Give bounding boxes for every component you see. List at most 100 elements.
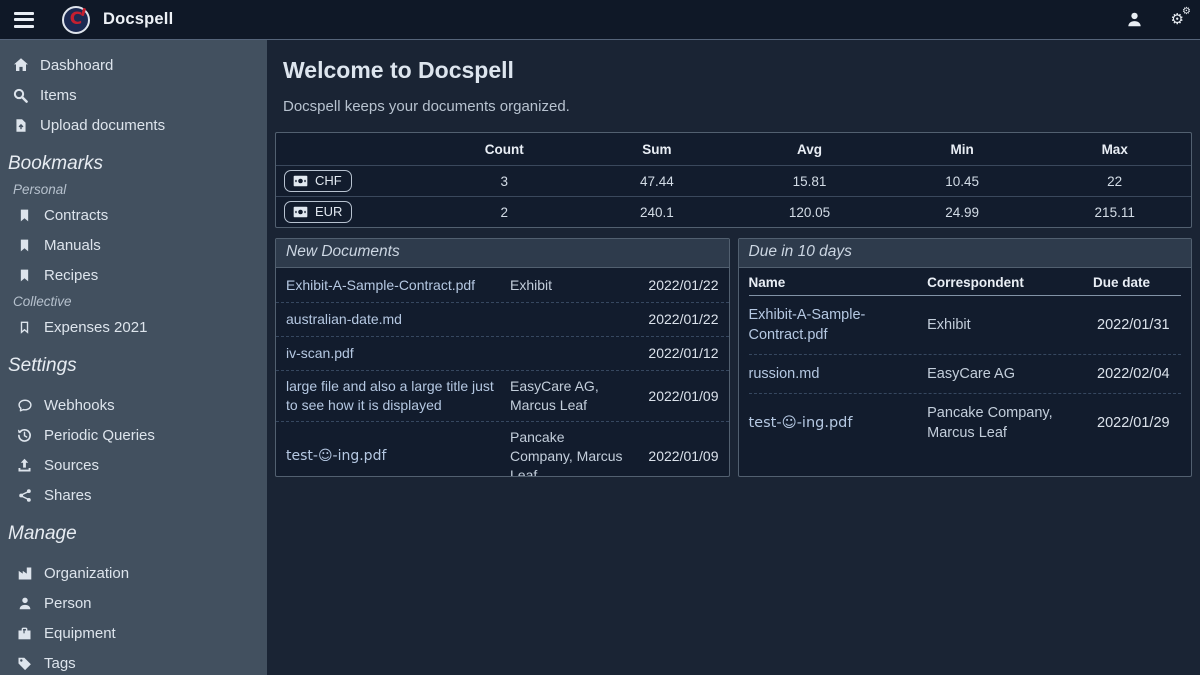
due-date: 2022/01/31 xyxy=(1093,315,1181,335)
topbar-actions: ⚙⚙ xyxy=(1126,11,1184,28)
document-link[interactable]: russion.md xyxy=(749,364,922,384)
bookmark-filled-icon xyxy=(16,238,33,253)
sidebar-item-label: Periodic Queries xyxy=(44,427,155,444)
bookmarks-heading: Bookmarks xyxy=(8,153,257,175)
table-row: russion.md EasyCare AG 2022/02/04 xyxy=(749,354,1182,393)
document-link[interactable]: large file and also a large title just t… xyxy=(286,377,502,415)
bookmarks-collective-heading: Collective xyxy=(13,294,257,309)
stat-value: 10.45 xyxy=(886,165,1039,196)
tags-icon xyxy=(16,656,33,671)
stat-value: 120.05 xyxy=(733,196,886,227)
sidebar-item-person[interactable]: Person xyxy=(12,588,257,618)
sidebar-item-tags[interactable]: Tags xyxy=(12,648,257,675)
sidebar-item-label: Sources xyxy=(44,457,99,474)
due-col-name: Name xyxy=(749,275,922,290)
manage-heading: Manage xyxy=(8,523,257,545)
table-row: EUR xyxy=(276,196,428,227)
home-icon xyxy=(12,57,29,73)
sidebar-item-label: Organization xyxy=(44,565,129,582)
table-row: Exhibit-A-Sample-Contract.pdf Exhibit 20… xyxy=(749,296,1182,354)
app-title: Docspell xyxy=(103,10,173,29)
page-title: Welcome to Docspell xyxy=(283,57,1192,84)
field-stats-table: Count Sum Avg Min Max CHF 3 47.44 15.81 … xyxy=(275,132,1192,228)
currency-badge: EUR xyxy=(284,201,352,223)
sidebar-item-dashboard[interactable]: Dasbhoard xyxy=(12,50,257,80)
sidebar-item-contracts[interactable]: Contracts xyxy=(12,200,257,230)
bookmark-filled-icon xyxy=(16,268,33,283)
sidebar-item-label: Items xyxy=(40,87,77,104)
app-logo: C xyxy=(62,6,90,34)
list-item: australian-date.md 2022/01/22 xyxy=(276,302,729,336)
industry-icon xyxy=(16,566,33,581)
stat-value: 3 xyxy=(428,165,581,196)
sidebar-item-label: Contracts xyxy=(44,207,108,224)
sidebar-item-items[interactable]: Items xyxy=(12,80,257,110)
due-col-correspondent: Correspondent xyxy=(927,275,1087,290)
stat-value: 2 xyxy=(428,196,581,227)
top-bar: C Docspell ⚙⚙ xyxy=(0,0,1200,40)
sidebar-item-upload-documents[interactable]: Upload documents xyxy=(12,110,257,140)
sidebar-item-label: Webhooks xyxy=(44,397,115,414)
due-panel: Due in 10 days Name Correspondent Due da… xyxy=(738,238,1193,477)
sidebar-item-webhooks[interactable]: Webhooks xyxy=(12,390,257,420)
sidebar-item-label: Equipment xyxy=(44,625,116,642)
sidebar: Dasbhoard Items Upload documents Bookmar… xyxy=(0,40,267,675)
list-item: large file and also a large title just t… xyxy=(276,370,729,421)
document-link[interactable]: Exhibit-A-Sample-Contract.pdf xyxy=(749,305,922,345)
history-icon xyxy=(16,428,33,443)
stat-value: 15.81 xyxy=(733,165,886,196)
comment-icon xyxy=(16,398,33,413)
document-link[interactable]: Exhibit-A-Sample-Contract.pdf xyxy=(286,276,502,295)
panel-title: Due in 10 days xyxy=(739,239,1192,268)
document-link[interactable]: australian-date.md xyxy=(286,310,502,329)
stats-col-min: Min xyxy=(886,133,1039,165)
document-link[interactable]: iv-scan.pdf xyxy=(286,344,502,363)
stat-value: 24.99 xyxy=(886,196,1039,227)
sidebar-item-shares[interactable]: Shares xyxy=(12,480,257,510)
sidebar-item-expenses-2021[interactable]: Expenses 2021 xyxy=(12,312,257,342)
bookmarks-personal-heading: Personal xyxy=(13,182,257,197)
document-date: 2022/01/22 xyxy=(639,310,719,329)
money-bill-icon xyxy=(293,175,308,187)
sidebar-item-equipment[interactable]: Equipment xyxy=(12,618,257,648)
stats-col-sum: Sum xyxy=(581,133,734,165)
share-icon xyxy=(16,488,33,503)
sidebar-item-sources[interactable]: Sources xyxy=(12,450,257,480)
new-documents-panel: New Documents Exhibit-A-Sample-Contract.… xyxy=(275,238,730,477)
user-icon[interactable] xyxy=(1126,11,1143,28)
correspondent: Exhibit xyxy=(510,276,631,295)
sidebar-item-label: Recipes xyxy=(44,267,98,284)
document-link[interactable]: test-☺-ing.pdf xyxy=(286,447,502,466)
stats-col-empty xyxy=(276,133,428,165)
correspondent: EasyCare AG, Marcus Leaf xyxy=(510,377,631,415)
person-icon xyxy=(16,596,33,611)
document-link[interactable]: test-☺-ing.pdf xyxy=(749,413,922,433)
sidebar-item-periodic-queries[interactable]: Periodic Queries xyxy=(12,420,257,450)
equipment-icon xyxy=(16,626,33,641)
sidebar-item-label: Person xyxy=(44,595,92,612)
sidebar-item-organization[interactable]: Organization xyxy=(12,558,257,588)
bookmark-outline-icon xyxy=(16,320,33,335)
list-item: Exhibit-A-Sample-Contract.pdf Exhibit 20… xyxy=(276,268,729,302)
menu-icon[interactable] xyxy=(12,11,36,29)
sidebar-item-label: Upload documents xyxy=(40,117,165,134)
money-bill-icon xyxy=(293,206,308,218)
sidebar-item-label: Shares xyxy=(44,487,92,504)
correspondent: Pancake Company, Marcus Leaf xyxy=(510,428,631,477)
file-upload-icon xyxy=(12,118,29,133)
sidebar-item-manuals[interactable]: Manuals xyxy=(12,230,257,260)
stats-col-count: Count xyxy=(428,133,581,165)
stats-col-avg: Avg xyxy=(733,133,886,165)
cogs-icon[interactable]: ⚙⚙ xyxy=(1171,12,1184,27)
list-item: test-☺-ing.pdf Pancake Company, Marcus L… xyxy=(276,421,729,477)
search-icon xyxy=(12,88,29,103)
table-row: test-☺-ing.pdf Pancake Company, Marcus L… xyxy=(749,393,1182,452)
sidebar-item-label: Manuals xyxy=(44,237,101,254)
document-date: 2022/01/12 xyxy=(639,344,719,363)
due-date: 2022/01/29 xyxy=(1093,413,1181,433)
sidebar-item-recipes[interactable]: Recipes xyxy=(12,260,257,290)
due-table-header: Name Correspondent Due date xyxy=(749,268,1182,296)
stat-value: 240.1 xyxy=(581,196,734,227)
stat-value: 47.44 xyxy=(581,165,734,196)
settings-heading: Settings xyxy=(8,355,257,377)
